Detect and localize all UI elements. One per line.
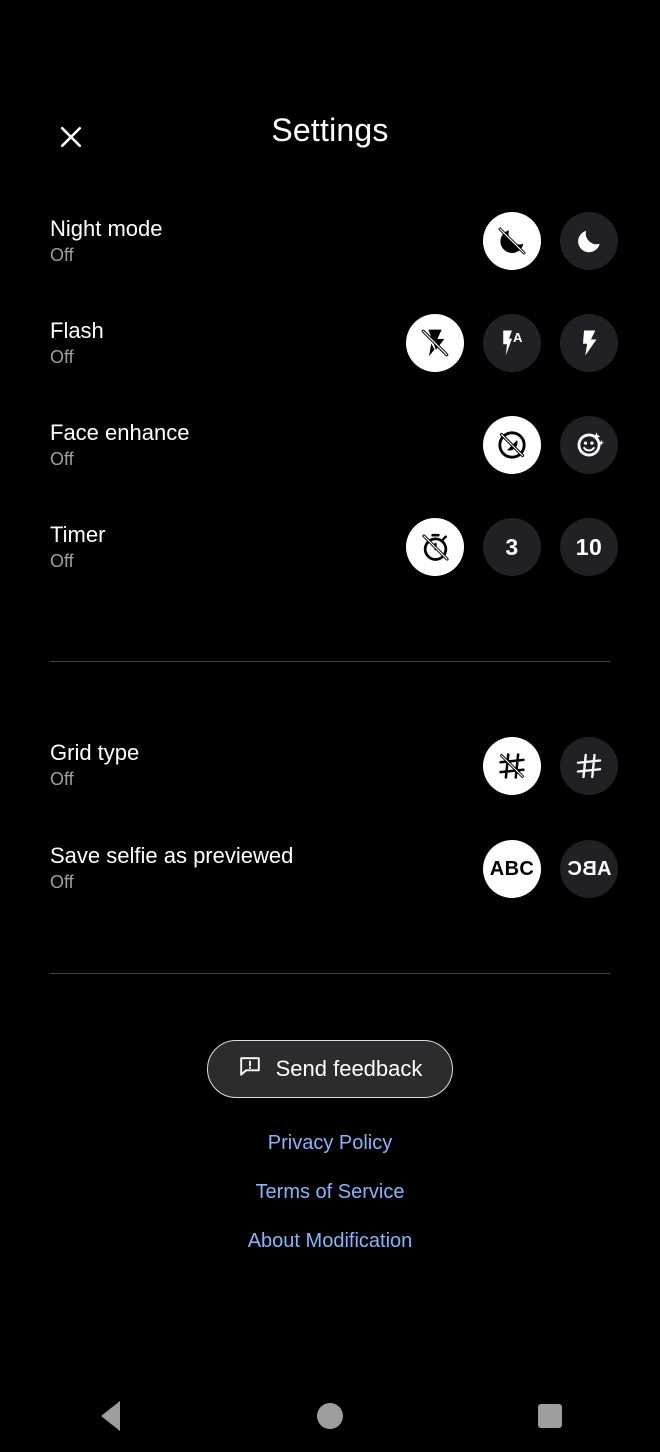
row-text: Timer Off: [50, 521, 106, 572]
settings-screen: Settings Night mode Off Flash Off A Face…: [0, 0, 660, 1452]
setting-row-timer: Timer Off 3 10: [0, 496, 660, 598]
divider: [50, 973, 610, 974]
settings-group-output: Grid type Off Save selfie as previewed O…: [0, 714, 660, 920]
android-navigation-bar: [0, 1380, 660, 1452]
divider: [50, 661, 610, 662]
option-flash-off[interactable]: [406, 314, 464, 372]
setting-row-flash: Flash Off A: [0, 292, 660, 394]
setting-label: Grid type: [50, 740, 140, 765]
setting-value: Off: [50, 448, 74, 469]
nav-recents-button[interactable]: [505, 1380, 595, 1452]
option-label: 10: [575, 533, 603, 560]
option-group-flash: A: [406, 314, 618, 372]
option-group-face-enhance: [483, 416, 618, 474]
option-face-enhance-on[interactable]: [560, 416, 618, 474]
setting-label: Timer: [50, 521, 106, 547]
send-feedback-label: Send feedback: [275, 1056, 423, 1081]
home-circle-icon: [317, 1403, 343, 1429]
option-group-night-mode: [483, 212, 618, 270]
option-flash-auto[interactable]: A: [483, 314, 541, 372]
row-text: Flash Off: [50, 317, 104, 368]
setting-row-grid-type: Grid type Off: [0, 714, 660, 817]
option-flash-on[interactable]: [560, 314, 618, 372]
send-feedback-button[interactable]: Send feedback: [206, 1040, 454, 1098]
option-group-save-selfie: ABC ABC: [483, 839, 618, 898]
setting-value: Off: [50, 346, 74, 367]
setting-value: Off: [50, 244, 74, 265]
footer: Send feedback Privacy Policy Terms of Se…: [0, 1040, 660, 1253]
option-label: ABC: [566, 857, 612, 880]
link-privacy-policy[interactable]: Privacy Policy: [268, 1132, 392, 1155]
option-timer-3[interactable]: 3: [483, 518, 541, 576]
option-timer-off[interactable]: [406, 518, 464, 576]
link-about-modification[interactable]: About Modification: [248, 1230, 413, 1253]
svg-text:A: A: [513, 330, 523, 345]
nav-home-button[interactable]: [285, 1380, 375, 1452]
nav-back-button[interactable]: [65, 1380, 155, 1452]
row-text: Grid type Off: [50, 740, 140, 790]
option-selfie-normal[interactable]: ABC: [483, 839, 541, 898]
setting-label: Face enhance: [50, 419, 190, 445]
settings-group-capture: Night mode Off Flash Off A Face enhance …: [0, 190, 660, 598]
option-night-mode-off[interactable]: [483, 212, 541, 270]
option-grid-on[interactable]: [560, 736, 618, 795]
setting-label: Night mode: [50, 215, 163, 241]
setting-row-save-selfie-as-previewed: Save selfie as previewed Off ABC ABC: [0, 817, 660, 920]
row-text: Save selfie as previewed Off: [50, 843, 294, 893]
setting-value: Off: [50, 769, 74, 790]
footer-links: Privacy Policy Terms of Service About Mo…: [0, 1132, 660, 1253]
setting-row-face-enhance: Face enhance Off: [0, 394, 660, 496]
option-label: 3: [505, 533, 519, 560]
header: Settings: [0, 0, 660, 190]
option-timer-10[interactable]: 10: [560, 518, 618, 576]
option-selfie-mirrored[interactable]: ABC: [560, 839, 618, 898]
setting-value: Off: [50, 550, 74, 571]
row-text: Night mode Off: [50, 215, 163, 266]
option-label: ABC: [489, 857, 535, 880]
setting-label: Save selfie as previewed: [50, 843, 294, 868]
option-group-timer: 3 10: [406, 518, 618, 576]
feedback-icon: [238, 1054, 262, 1084]
setting-row-night-mode: Night mode Off: [0, 190, 660, 292]
back-triangle-icon: [100, 1401, 120, 1431]
option-face-enhance-off[interactable]: [483, 416, 541, 474]
page-title: Settings: [271, 112, 389, 148]
setting-label: Flash: [50, 317, 104, 343]
recents-square-icon: [538, 1404, 562, 1428]
option-night-mode-on[interactable]: [560, 212, 618, 270]
option-grid-off[interactable]: [483, 736, 541, 795]
setting-value: Off: [50, 872, 74, 893]
feedback-container: Send feedback: [0, 1040, 660, 1098]
link-terms-of-service[interactable]: Terms of Service: [256, 1181, 405, 1204]
option-group-grid-type: [483, 736, 618, 795]
row-text: Face enhance Off: [50, 419, 190, 470]
